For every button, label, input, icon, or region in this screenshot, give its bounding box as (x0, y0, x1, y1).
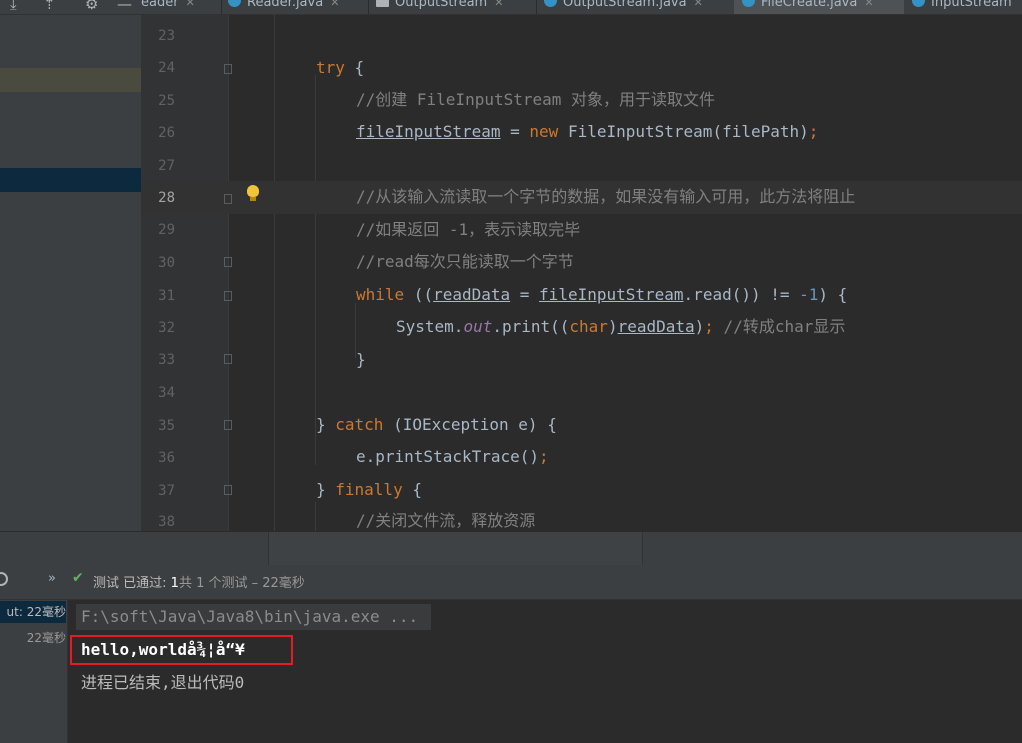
code-line-24: try { (316, 58, 365, 77)
code-line-30: //read每次只能读取一个字节 (356, 252, 574, 271)
console-command-line[interactable]: F:\soft\Java\Java8\bin\java.exe ... (81, 606, 418, 628)
tab-label: InputStream (931, 0, 1012, 10)
tab-label: Reader.java (247, 0, 324, 10)
fold-marker-icon[interactable] (224, 194, 232, 204)
code-line-36: e.printStackTrace(); (356, 447, 549, 466)
line-number: 38 (158, 514, 175, 530)
editor-tab-bar: ⤓ ⇡ ⚙ — eader ✕ Reader.java ✕ OutputStream… (0, 0, 1022, 15)
code-line-32: System.out.print((char)readData); //转成ch… (396, 317, 846, 336)
scroll-to-end-icon[interactable]: ⤓ (10, 0, 17, 13)
tab-reader-partial[interactable]: eader ✕ (141, 0, 221, 14)
line-number: 25 (158, 93, 175, 109)
fold-marker-icon[interactable] (224, 257, 232, 267)
expand-icon[interactable]: » (48, 571, 56, 586)
close-icon[interactable]: ✕ (186, 0, 195, 9)
line-number: 26 (158, 125, 175, 141)
line-number: 36 (158, 450, 175, 466)
close-icon[interactable]: ✕ (864, 0, 873, 9)
java-class-icon (742, 0, 755, 7)
test-count: 1 (170, 576, 179, 591)
close-icon[interactable]: ✕ (694, 0, 703, 9)
line-number: 37 (158, 483, 175, 499)
line-number: 32 (158, 320, 175, 336)
history-icon[interactable] (0, 572, 8, 586)
test-tree: ut: 22毫秒 22毫秒 (0, 600, 68, 743)
highlight-annotation-box (70, 635, 293, 665)
fold-marker-icon[interactable] (224, 354, 232, 364)
tab-reader-java[interactable]: Reader.java ✕ (228, 0, 368, 14)
gear-icon[interactable]: ⚙ (85, 0, 98, 13)
test-status-bar: » ✔ 测试 已通过: 1共 1 个测试 – 22毫秒 (0, 565, 1022, 600)
run-panel-header (0, 531, 1022, 565)
code-line-33: } (356, 350, 366, 369)
test-result-text: 测试 已通过: 1共 1 个测试 – 22毫秒 (93, 572, 305, 591)
code-line-28: //从该输入流读取一个字节的数据，如果没有输入可用，此方法将阻止 (356, 187, 856, 206)
tab-filecreate-java[interactable]: FileCreate.java ✕ (734, 0, 904, 14)
line-number: 27 (158, 158, 175, 174)
line-number: 31 (158, 288, 175, 304)
code-line-25: //创建 FileInputStream 对象，用于读取文件 (356, 90, 716, 109)
code-line-26: fileInputStream = new FileInputStream(fi… (356, 122, 819, 141)
lightbulb-icon[interactable] (247, 185, 259, 197)
line-number: 24 (158, 60, 175, 76)
code-line-38: //关闭文件流，释放资源 (356, 511, 536, 530)
java-class-icon (228, 0, 241, 7)
project-tree-item-highlighted[interactable] (0, 68, 141, 92)
project-panel[interactable] (0, 15, 141, 531)
code-line-29: //如果返回 -1，表示读取完毕 (356, 220, 581, 239)
tab-label: eader (141, 0, 179, 10)
java-class-icon (544, 0, 557, 7)
test-tree-item[interactable]: ut: 22毫秒 (0, 601, 66, 623)
line-number: 35 (158, 418, 175, 434)
fold-marker-icon[interactable] (224, 420, 232, 430)
line-number: 23 (158, 28, 175, 44)
test-summary: 共 1 个测试 – 22毫秒 (178, 576, 305, 591)
code-line-31: while ((readData = fileInputStream.read(… (356, 285, 848, 304)
line-number-current: 28 (158, 190, 175, 206)
code-line-37: } finally { (316, 480, 422, 499)
console-exit-line: 进程已结束,退出代码0 (81, 673, 245, 692)
java-class-icon (912, 0, 925, 7)
line-number: 30 (158, 255, 175, 271)
test-tree-item[interactable]: 22毫秒 (0, 627, 66, 649)
lightbulb-base (250, 197, 256, 201)
fold-marker-icon[interactable] (224, 64, 232, 74)
close-icon[interactable]: ✕ (330, 0, 339, 9)
run-panel-header-left (0, 532, 269, 565)
line-number: 34 (158, 385, 175, 401)
tab-label: FileCreate.java (761, 0, 858, 10)
fold-marker-icon[interactable] (224, 291, 232, 301)
line-number: 33 (158, 352, 175, 368)
code-line-35: } catch (IOException e) { (316, 415, 557, 434)
tab-outputstream[interactable]: OutputStream ✕ (376, 0, 536, 14)
tab-label: OutputStream.java (563, 0, 687, 10)
close-icon[interactable]: ✕ (494, 0, 503, 9)
tab-inputstream[interactable]: InputStream (912, 0, 1022, 14)
tab-outputstream-java[interactable]: OutputStream.java ✕ (544, 0, 730, 14)
line-number: 29 (158, 222, 175, 238)
minimize-icon[interactable]: — (117, 0, 132, 13)
tab-label: OutputStream (395, 0, 488, 10)
java-class-icon (376, 0, 389, 7)
scroll-from-source-icon[interactable]: ⇡ (43, 0, 56, 13)
test-status-label: 测试 已通过: (93, 576, 171, 591)
fold-marker-icon[interactable] (224, 485, 232, 495)
check-icon: ✔ (72, 570, 84, 586)
run-panel-header-middle (269, 532, 643, 565)
project-tree-item-selected[interactable] (0, 168, 141, 192)
